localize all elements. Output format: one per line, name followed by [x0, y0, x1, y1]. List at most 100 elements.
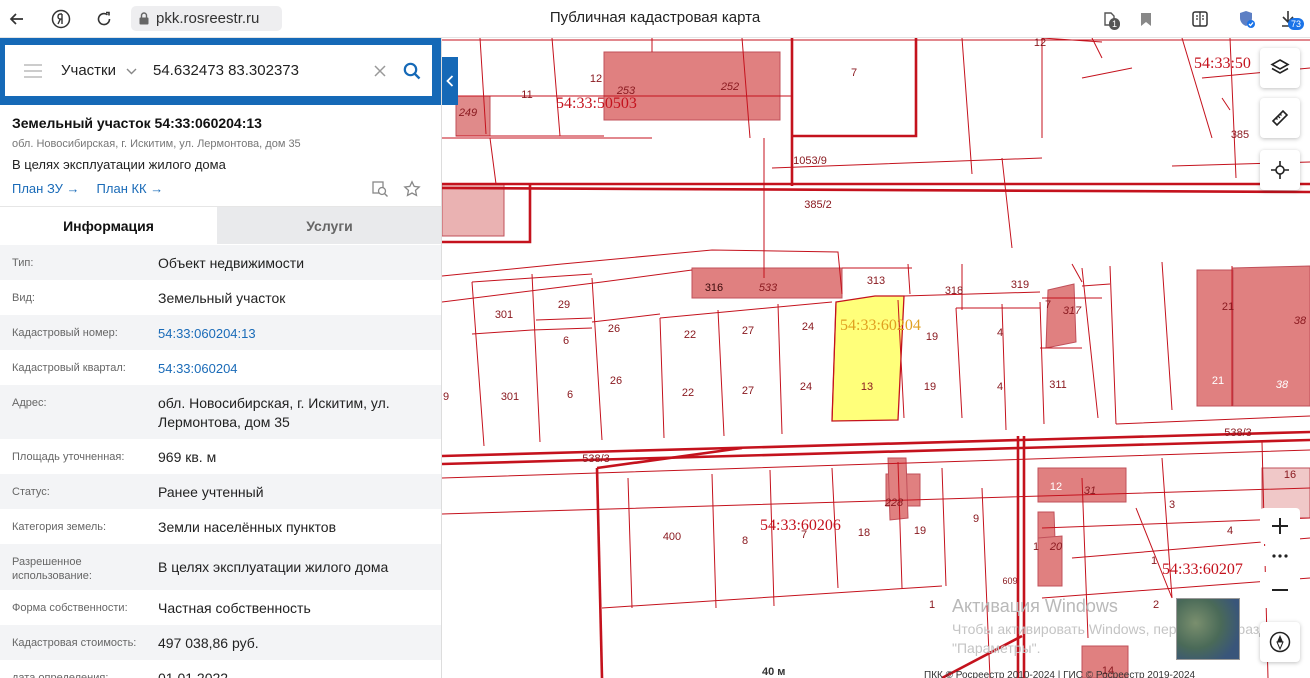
- parcel-label: 533: [759, 282, 778, 294]
- parcel-label: 1053/9: [793, 155, 827, 167]
- more-button[interactable]: [1260, 546, 1300, 566]
- parcel-label: 538/3: [582, 453, 610, 465]
- selected-parcel[interactable]: [831, 295, 905, 422]
- row-value: В целях эксплуатации жилого дома: [158, 559, 389, 575]
- parcel-label: 538/3: [1224, 427, 1252, 439]
- cadastral-number-link[interactable]: 54:33:060204:13: [158, 315, 441, 350]
- parcel-label: 19: [924, 381, 936, 393]
- plus-icon: [1272, 518, 1288, 534]
- chevron-down-icon: [126, 62, 137, 79]
- parcel-label: 3: [1169, 499, 1175, 511]
- row-value: Частная собственность: [158, 600, 311, 616]
- extension-icon[interactable]: 1: [1097, 6, 1123, 32]
- search-header: Участки 54.632473 83.302373: [0, 38, 441, 105]
- parcel-label: 19: [914, 525, 926, 537]
- cadastral-quarter-link[interactable]: 54:33:060204: [158, 350, 441, 385]
- yandex-logo-icon[interactable]: [48, 6, 74, 32]
- search-box: Участки 54.632473 83.302373: [5, 45, 432, 96]
- satellite-minimap[interactable]: [1176, 598, 1240, 660]
- parcel-label: 316: [705, 282, 723, 294]
- parcel-label: 24: [800, 381, 812, 393]
- address-bar[interactable]: pkk.rosreestr.ru: [131, 6, 282, 31]
- quarter-label: 54:33:60207: [1162, 561, 1243, 578]
- copyright: ПКК © Росреестр 2010-2024 | ГИС © Росрее…: [924, 670, 1196, 678]
- plan-zu-link[interactable]: План ЗУ →: [12, 181, 80, 196]
- cadastral-map[interactable]: 54:33:50503 54:33:50 54:33:60204 54:33:6…: [442, 38, 1310, 678]
- parcel-label: 6: [563, 335, 569, 347]
- object-use: В целях эксплуатации жилого дома: [12, 157, 226, 172]
- row-value: Земельный участок: [158, 290, 286, 306]
- reader-mode-icon[interactable]: [1187, 6, 1213, 32]
- card-actions: [371, 180, 421, 203]
- row-value: 01.01.2022: [158, 670, 229, 678]
- parcel-label: 29: [558, 299, 570, 311]
- protect-shield-icon[interactable]: [1233, 6, 1259, 32]
- table-row: Кадастровый номер: 54:33:060204:13: [0, 315, 441, 350]
- clear-icon[interactable]: [368, 64, 392, 77]
- parcel-label: 11: [521, 89, 532, 101]
- tab-info[interactable]: Информация: [0, 207, 217, 244]
- parcel-label: 22: [682, 387, 694, 399]
- parcel-label: 301: [495, 309, 513, 321]
- row-value: Ранее учтенный: [158, 484, 264, 500]
- scale-label: 40 м: [762, 666, 786, 678]
- parcel-label: 4: [997, 381, 1003, 393]
- quarter-label: 54:33:50: [1194, 55, 1251, 72]
- row-key: Разрешенное использование:: [12, 556, 92, 582]
- parcel-label: 249: [458, 107, 477, 119]
- parcel-label: 7: [1045, 299, 1051, 311]
- reload-icon[interactable]: [91, 6, 117, 32]
- parcel-label: 318: [945, 285, 963, 297]
- search-type-select[interactable]: Участки: [61, 62, 143, 79]
- row-key: Кадастровый квартал:: [12, 362, 126, 374]
- row-key: Площадь уточненная:: [12, 451, 125, 463]
- row-value: 969 кв. м: [158, 449, 217, 465]
- parcel-label: 22: [684, 329, 696, 341]
- parcel-label: 9: [973, 513, 979, 525]
- parcel-label: 19: [926, 331, 938, 343]
- parcel-label: 20: [1049, 541, 1063, 553]
- parcel-label: 228: [884, 497, 904, 509]
- object-title: Земельный участок 54:33:060204:13: [12, 115, 262, 131]
- zoom-out-button[interactable]: [1260, 572, 1300, 608]
- ruler-icon: [1271, 109, 1289, 127]
- locate-button[interactable]: [1260, 150, 1300, 190]
- row-value: обл. Новосибирская, г. Искитим, ул. Лерм…: [158, 395, 390, 430]
- zoom-in-button[interactable]: [1260, 508, 1300, 544]
- find-on-map-icon[interactable]: [371, 180, 389, 203]
- row-key: Вид:: [12, 292, 35, 304]
- compass-button[interactable]: [1260, 622, 1300, 662]
- measure-button[interactable]: [1260, 98, 1300, 138]
- compass-icon: [1269, 631, 1291, 653]
- crosshair-icon: [1271, 161, 1289, 179]
- minus-icon: [1272, 589, 1288, 591]
- table-row: Кадастровый квартал: 54:33:060204: [0, 350, 441, 385]
- info-table: Тип: Объект недвижимости Вид: Земельный уч…: [0, 245, 441, 678]
- parcel-label: 400: [663, 531, 681, 543]
- table-row: Категория земель: Земли населённых пункто…: [0, 509, 441, 544]
- table-row: Форма собственности: Частная собственност…: [0, 590, 441, 625]
- parcel-label: 313: [867, 275, 885, 287]
- parcel-label: 319: [1011, 279, 1029, 291]
- search-input[interactable]: 54.632473 83.302373: [153, 62, 368, 79]
- tabs: Информация Услуги: [0, 206, 441, 244]
- parcel-label: 7: [801, 529, 807, 541]
- tab-services[interactable]: Услуги: [217, 207, 441, 244]
- row-key: Категория земель:: [12, 521, 107, 533]
- parcel-label: 609: [1002, 576, 1017, 586]
- layers-button[interactable]: [1260, 48, 1300, 88]
- search-icon[interactable]: [392, 62, 432, 80]
- downloads-icon[interactable]: 73: [1275, 6, 1305, 32]
- back-arrow-icon[interactable]: [4, 6, 30, 32]
- collapse-panel-button[interactable]: [442, 57, 458, 105]
- table-row: Кадастровая стоимость: 497 038,86 руб.: [0, 625, 441, 660]
- url-text: pkk.rosreestr.ru: [156, 10, 260, 27]
- bookmark-icon[interactable]: [1133, 6, 1159, 32]
- parcel-label: 26: [608, 323, 620, 335]
- parcel-label: 21: [1222, 301, 1234, 313]
- menu-icon[interactable]: [5, 45, 61, 96]
- plan-kk-link[interactable]: План КК →: [97, 181, 164, 196]
- table-row: Адрес: обл. Новосибирская, г. Искитим, ул…: [0, 385, 441, 439]
- row-key: Тип:: [12, 257, 34, 269]
- favorite-star-icon[interactable]: [403, 180, 421, 203]
